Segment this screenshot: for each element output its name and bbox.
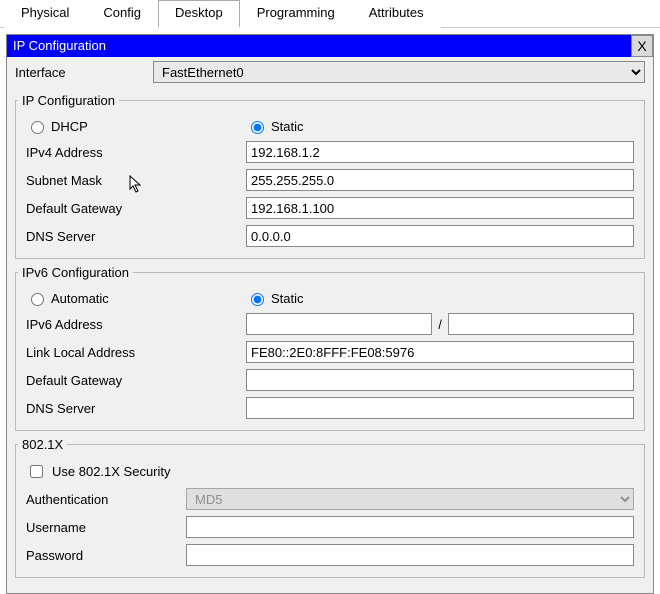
default-gateway-label: Default Gateway [26,201,246,216]
ipv4-address-input[interactable] [246,141,634,163]
top-tabs: Physical Config Desktop Programming Attr… [0,0,660,28]
window-title: IP Configuration [13,35,106,57]
static-label: Static [271,119,304,134]
authentication-label: Authentication [26,492,186,507]
ipv6-legend: IPv6 Configuration [18,265,133,280]
default-gateway-input[interactable] [246,197,634,219]
ipv6-static-radio[interactable] [251,293,264,306]
ipv6-prefix-slash: / [432,317,448,332]
dot1x-fieldset: 802.1X Use 802.1X Security Authenticatio… [15,437,645,578]
interface-row: Interface FastEthernet0 [7,57,653,87]
ipv4-address-label: IPv4 Address [26,145,246,160]
static-radio[interactable] [251,121,264,134]
dot1x-legend: 802.1X [18,437,67,452]
ipv6-dns-input[interactable] [246,397,634,419]
use-8021x-checkbox[interactable] [30,465,43,478]
tab-config[interactable]: Config [86,0,158,28]
subnet-mask-label: Subnet Mask [26,173,246,188]
ipv6-gateway-label: Default Gateway [26,373,246,388]
link-local-label: Link Local Address [26,345,246,360]
authentication-select[interactable]: MD5 [186,488,634,510]
interface-label: Interface [15,65,145,80]
dhcp-radio[interactable] [31,121,44,134]
tab-attributes[interactable]: Attributes [352,0,441,28]
dns-server-label: DNS Server [26,229,246,244]
ipv6-address-input[interactable] [246,313,432,335]
subnet-mask-input[interactable] [246,169,634,191]
link-local-input[interactable] [246,341,634,363]
use-8021x-label: Use 802.1X Security [52,464,171,479]
tab-desktop[interactable]: Desktop [158,0,240,28]
password-input[interactable] [186,544,634,566]
ipv6-fieldset: IPv6 Configuration Automatic Static IPv6… [15,265,645,431]
ipv6-prefix-input[interactable] [448,313,634,335]
ipv6-auto-radio[interactable] [31,293,44,306]
dhcp-label: DHCP [51,119,88,134]
close-button[interactable]: X [631,35,653,57]
dns-server-input[interactable] [246,225,634,247]
username-label: Username [26,520,186,535]
ipv6-static-label: Static [271,291,304,306]
tab-programming[interactable]: Programming [240,0,352,28]
ipv6-auto-label: Automatic [51,291,109,306]
username-input[interactable] [186,516,634,538]
ipv4-fieldset: IP Configuration DHCP Static IPv4 Addres… [15,93,645,259]
interface-select[interactable]: FastEthernet0 [153,61,645,83]
password-label: Password [26,548,186,563]
ipv4-mode-row: DHCP Static [18,114,642,138]
ipv6-dns-label: DNS Server [26,401,246,416]
titlebar: IP Configuration X [7,35,653,57]
ipv6-address-label: IPv6 Address [26,317,246,332]
ip-config-window: IP Configuration X Interface FastEtherne… [6,34,654,594]
ipv6-mode-row: Automatic Static [18,286,642,310]
ipv6-gateway-input[interactable] [246,369,634,391]
tab-physical[interactable]: Physical [4,0,86,28]
ipv4-legend: IP Configuration [18,93,119,108]
